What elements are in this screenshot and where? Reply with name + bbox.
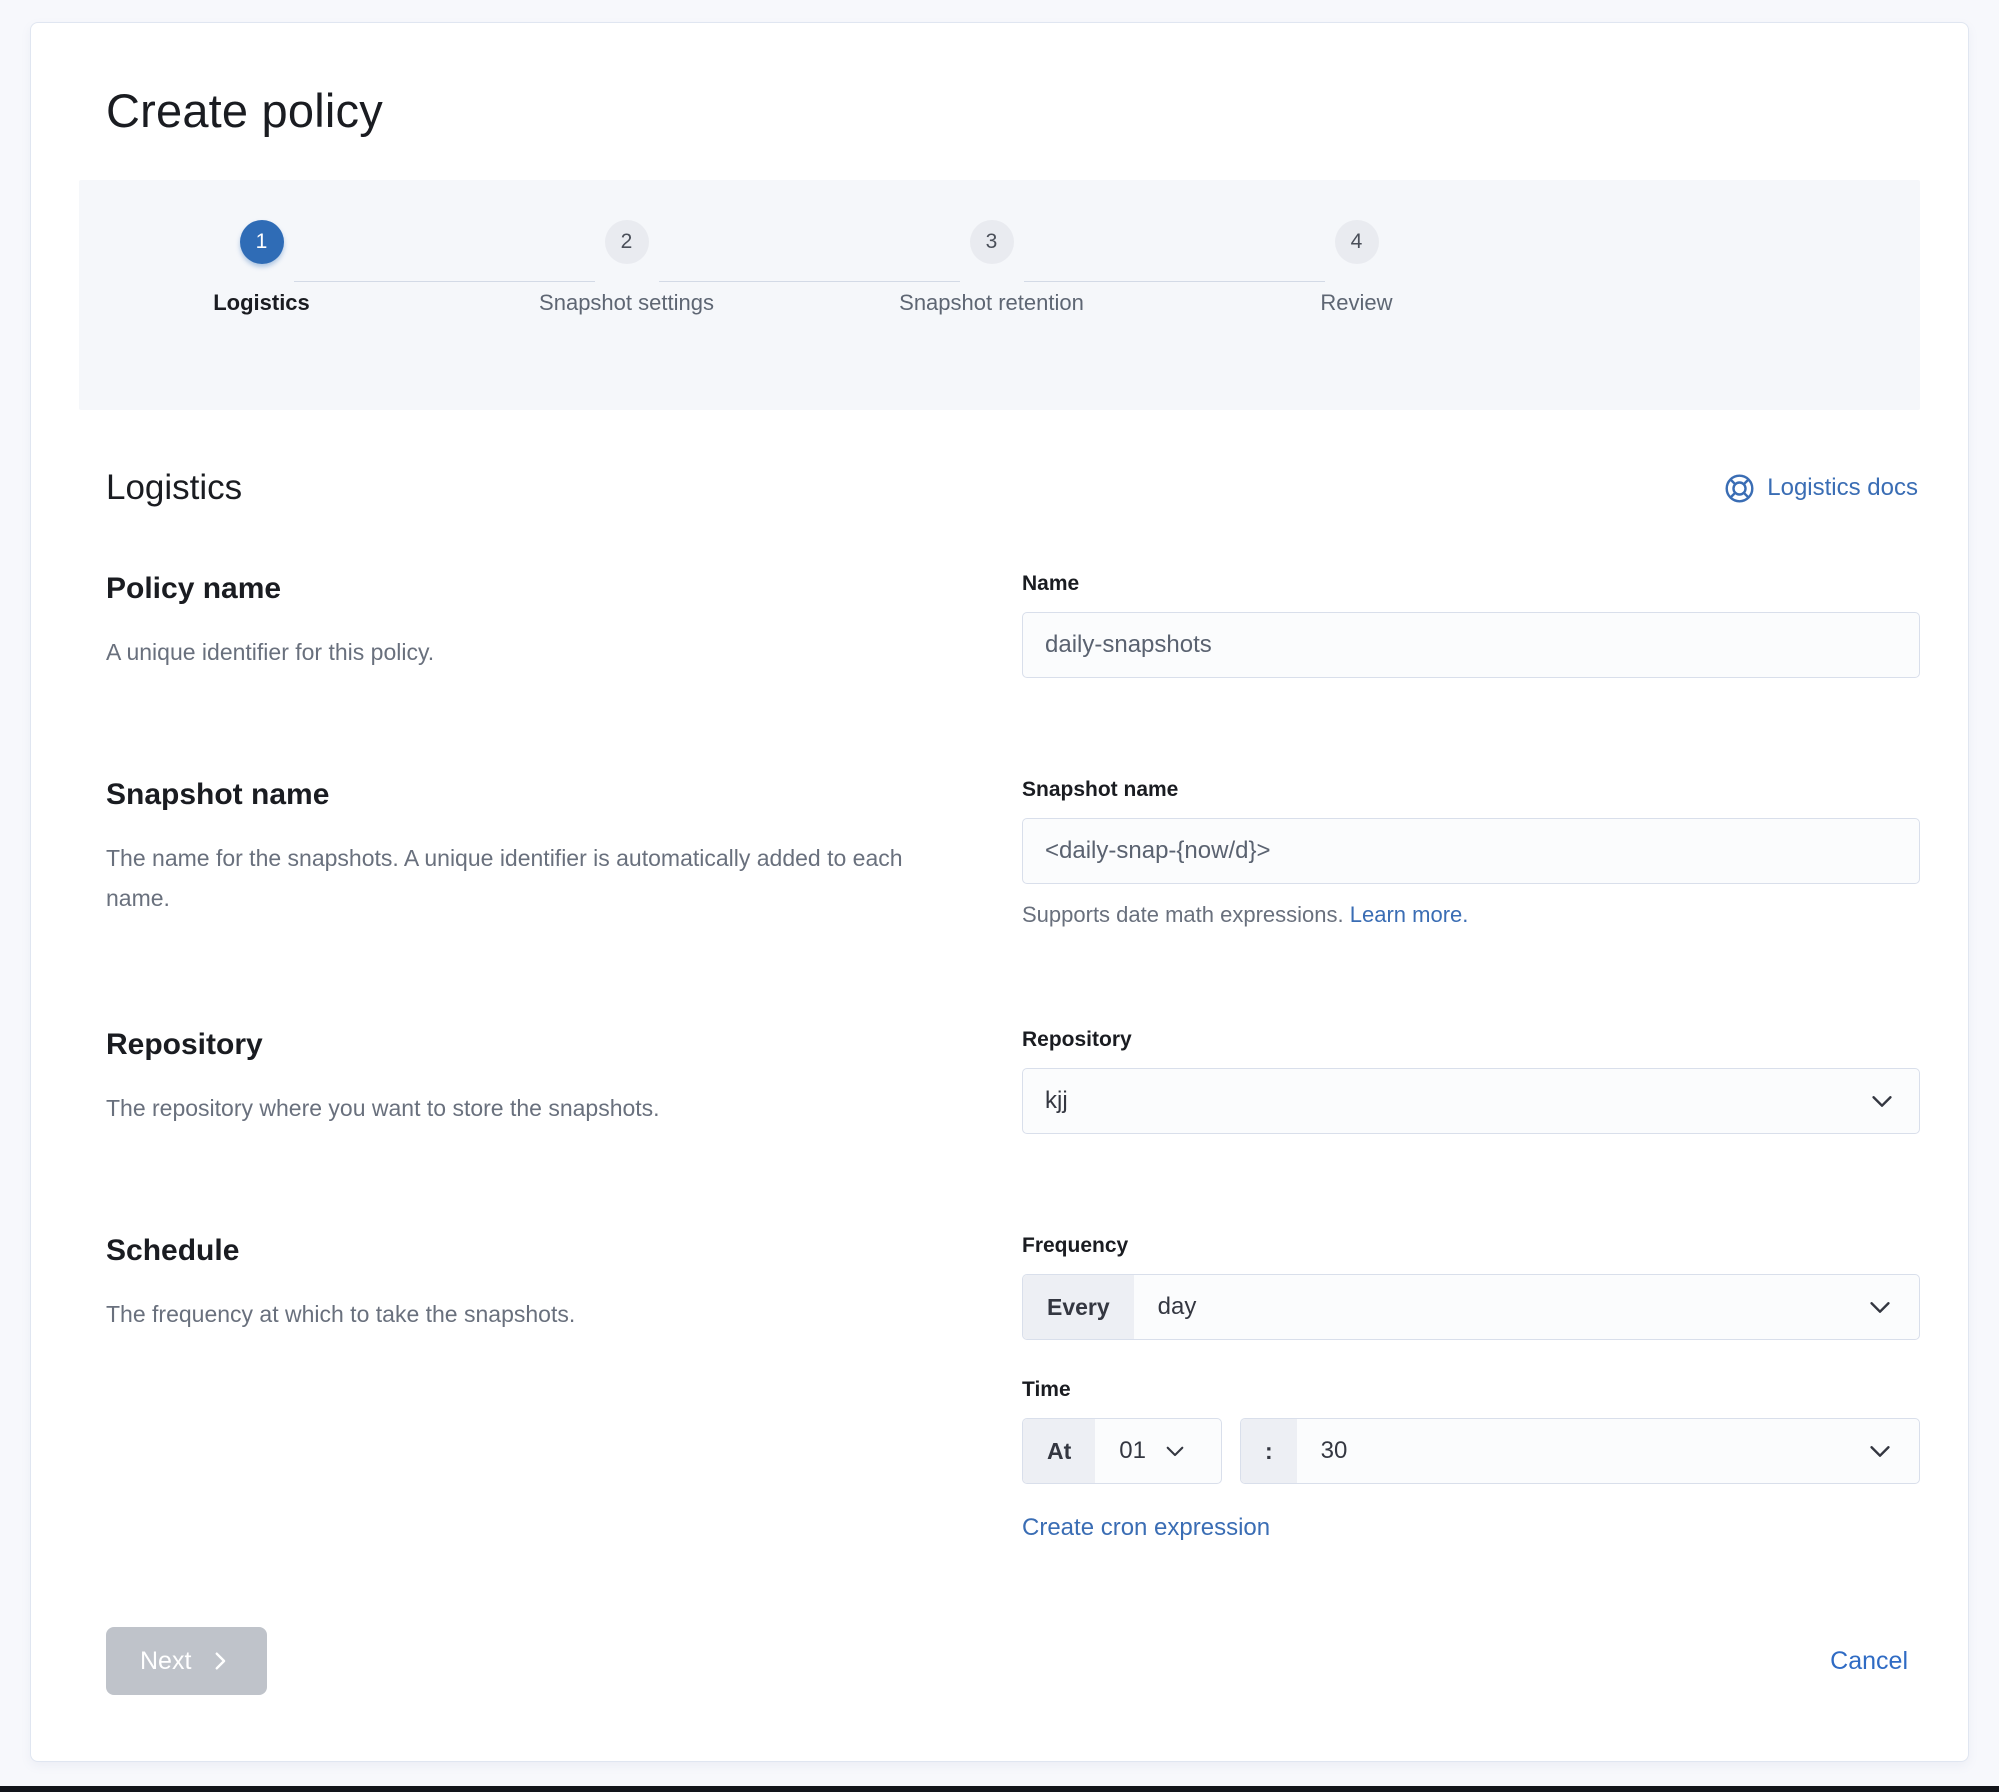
repository-selected-value: kjj [1045,1087,1068,1115]
next-button[interactable]: Next [106,1627,267,1695]
step-snapshot-settings[interactable]: 2 Snapshot settings [444,220,809,316]
schedule-description: The frequency at which to take the snaps… [106,1294,966,1334]
snapshot-name-input[interactable] [1022,818,1920,884]
policy-name-row: Policy name A unique identifier for this… [106,572,1920,678]
chevron-down-icon [1867,1086,1897,1116]
time-field-label: Time [1022,1378,1920,1402]
help-lifering-icon [1724,473,1755,504]
policy-name-input[interactable] [1022,612,1920,678]
frequency-group: Every day [1022,1274,1920,1340]
repository-row: Repository The repository where you want… [106,1028,1920,1134]
step-label: Snapshot retention [899,290,1084,316]
chevron-right-icon [207,1648,233,1674]
snapshot-name-heading: Snapshot name [106,778,966,812]
time-minute-group: : 30 [1240,1418,1920,1484]
policy-name-heading: Policy name [106,572,966,606]
frequency-select[interactable]: day [1134,1275,1919,1339]
step-label: Snapshot settings [539,290,714,316]
snapshot-name-field-label: Snapshot name [1022,778,1920,802]
time-separator-label: : [1241,1419,1297,1483]
frequency-prepend-label: Every [1023,1275,1134,1339]
schedule-heading: Schedule [106,1234,966,1268]
chevron-down-icon [1865,1436,1895,1466]
minute-select[interactable]: 30 [1297,1419,1919,1483]
bottom-edge-bar [0,1786,1999,1792]
learn-more-link[interactable]: Learn more. [1350,902,1469,927]
cancel-link[interactable]: Cancel [1830,1647,1908,1676]
next-button-label: Next [140,1647,191,1676]
create-cron-expression-link[interactable]: Create cron expression [1022,1514,1270,1542]
frequency-selected-value: day [1158,1293,1197,1321]
hour-select[interactable]: 01 [1095,1419,1206,1483]
name-field-label: Name [1022,572,1920,596]
policy-name-description: A unique identifier for this policy. [106,632,966,672]
step-snapshot-retention[interactable]: 3 Snapshot retention [809,220,1174,316]
docs-link-label: Logistics docs [1767,474,1918,502]
schedule-row: Schedule The frequency at which to take … [106,1234,1920,1542]
repository-field-label: Repository [1022,1028,1920,1052]
form-footer: Next Cancel [106,1627,1908,1695]
step-label: Review [1320,290,1392,316]
create-policy-panel: Create policy 1 Logistics 2 Snapshot set… [30,22,1969,1762]
repository-heading: Repository [106,1028,966,1062]
step-number-badge: 3 [970,220,1014,264]
stepper-panel: 1 Logistics 2 Snapshot settings 3 Snapsh… [79,180,1920,410]
step-review[interactable]: 4 Review [1174,220,1539,316]
page-title: Create policy [106,83,1920,138]
section-title: Logistics [106,468,242,508]
step-label: Logistics [213,290,310,316]
step-number-badge: 4 [1335,220,1379,264]
time-prepend-label: At [1023,1419,1095,1483]
snapshot-name-description: The name for the snapshots. A unique ide… [106,838,966,918]
snapshot-name-helper: Supports date math expressions. Learn mo… [1022,902,1920,928]
chevron-down-icon [1162,1438,1188,1464]
repository-description: The repository where you want to store t… [106,1088,966,1128]
minute-selected-value: 30 [1321,1437,1348,1465]
step-number-badge: 2 [605,220,649,264]
step-number-badge: 1 [240,220,284,264]
hour-selected-value: 01 [1119,1437,1146,1465]
step-logistics[interactable]: 1 Logistics [79,220,444,316]
frequency-field-label: Frequency [1022,1234,1920,1258]
helper-text: Supports date math expressions. [1022,902,1344,927]
repository-select[interactable]: kjj [1022,1068,1920,1134]
logistics-docs-link[interactable]: Logistics docs [1724,473,1918,504]
stepper: 1 Logistics 2 Snapshot settings 3 Snapsh… [79,180,1539,316]
chevron-down-icon [1865,1292,1895,1322]
time-hour-group: At 01 [1022,1418,1222,1484]
snapshot-name-row: Snapshot name The name for the snapshots… [106,778,1920,928]
